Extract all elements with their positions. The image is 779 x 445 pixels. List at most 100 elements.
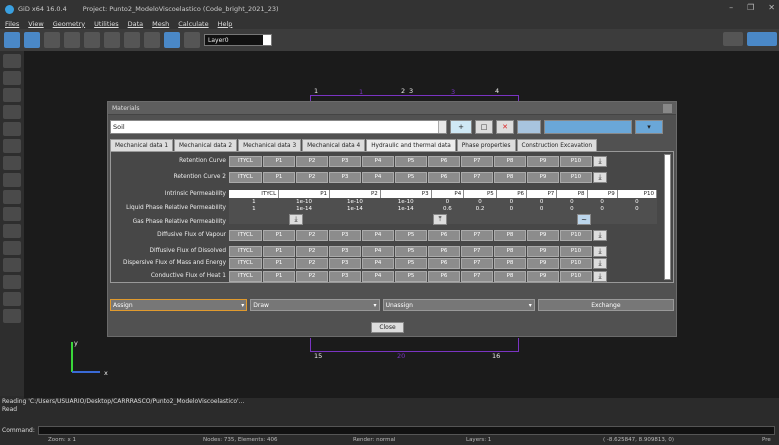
- tab-mechanical-4[interactable]: Mechanical data 4: [302, 139, 366, 151]
- tab-mechanical-2[interactable]: Mechanical data 2: [174, 139, 238, 151]
- param-button-itycl[interactable]: ITYCL: [229, 171, 262, 183]
- copy-material-icon[interactable]: □: [475, 120, 493, 134]
- arrow-tool-icon[interactable]: [723, 32, 743, 46]
- command-input[interactable]: [38, 425, 775, 435]
- param-button-p1[interactable]: P1: [263, 155, 295, 167]
- dialog-close-icon[interactable]: [663, 104, 672, 113]
- param-button-p6[interactable]: P6: [428, 171, 460, 183]
- param-button-p4[interactable]: P4: [362, 257, 394, 269]
- copy-icon[interactable]: [3, 190, 21, 204]
- param-button-p5[interactable]: P5: [395, 171, 427, 183]
- param-button-p9[interactable]: P9: [527, 229, 559, 241]
- menu-data[interactable]: Data: [128, 20, 144, 28]
- param-button-p3[interactable]: P3: [329, 171, 361, 183]
- permeability-table[interactable]: ITYCL P1 P2 P3 P4 P5 P6 P7 P8 P9 P10 1 1…: [229, 190, 658, 225]
- param-button-p4[interactable]: P4: [362, 155, 394, 167]
- view-icon[interactable]: [64, 32, 80, 48]
- open-folder-icon[interactable]: [24, 32, 40, 48]
- param-button-p7[interactable]: P7: [461, 171, 493, 183]
- param-button-p3[interactable]: P3: [329, 155, 361, 167]
- render-icon[interactable]: [124, 32, 140, 48]
- param-button-p8[interactable]: P8: [494, 171, 526, 183]
- menu-help[interactable]: Help: [218, 20, 233, 28]
- download-icon[interactable]: ⤓: [593, 270, 607, 282]
- point-icon[interactable]: [3, 54, 21, 68]
- param-button-p3[interactable]: P3: [329, 270, 361, 282]
- new-material-icon[interactable]: +: [450, 120, 472, 134]
- param-button-p1[interactable]: P1: [263, 257, 295, 269]
- param-button-p10[interactable]: P10: [560, 155, 592, 167]
- table-import-icon[interactable]: ⤒: [433, 214, 447, 225]
- param-button-p7[interactable]: P7: [461, 270, 493, 282]
- layer-select[interactable]: Layer0: [204, 34, 272, 46]
- param-button-p6[interactable]: P6: [428, 270, 460, 282]
- minimize-icon[interactable]: –: [729, 3, 733, 12]
- layers-icon[interactable]: [184, 32, 200, 48]
- panel-scrollbar[interactable]: [664, 154, 671, 280]
- tab-construction-excavation[interactable]: Construction Excavation: [516, 139, 598, 151]
- problem-data-icon[interactable]: [3, 292, 21, 306]
- menu-utilities[interactable]: Utilities: [94, 20, 118, 28]
- param-button-itycl[interactable]: ITYCL: [229, 155, 262, 167]
- assign-dropdown[interactable]: Assign ▾: [110, 299, 248, 311]
- table-download-icon[interactable]: ⤓: [289, 214, 303, 225]
- param-button-p8[interactable]: P8: [494, 229, 526, 241]
- param-button-p7[interactable]: P7: [461, 155, 493, 167]
- param-button-p3[interactable]: P3: [329, 245, 361, 257]
- gid-plus-icon[interactable]: [747, 32, 777, 46]
- measure-icon[interactable]: [3, 224, 21, 238]
- param-button-p1[interactable]: P1: [263, 229, 295, 241]
- tab-mechanical-1[interactable]: Mechanical data 1: [110, 139, 174, 151]
- line-icon[interactable]: [3, 71, 21, 85]
- close-button[interactable]: Close: [371, 322, 404, 333]
- param-button-p4[interactable]: P4: [362, 171, 394, 183]
- param-button-p6[interactable]: P6: [428, 229, 460, 241]
- param-button-p5[interactable]: P5: [395, 257, 427, 269]
- param-button-p2[interactable]: P2: [296, 257, 328, 269]
- menu-view[interactable]: View: [28, 20, 43, 28]
- download-icon[interactable]: ⤓: [593, 155, 607, 167]
- download-icon[interactable]: ⤓: [593, 257, 607, 269]
- conditions-icon[interactable]: [3, 258, 21, 272]
- param-button-p1[interactable]: P1: [263, 171, 295, 183]
- new-file-icon[interactable]: [4, 32, 20, 48]
- tab-phase-properties[interactable]: Phase properties: [456, 139, 516, 151]
- param-button-p7[interactable]: P7: [461, 257, 493, 269]
- param-button-p2[interactable]: P2: [296, 270, 328, 282]
- delete-material-icon[interactable]: ✕: [496, 120, 514, 134]
- param-button-p4[interactable]: P4: [362, 229, 394, 241]
- param-button-itycl[interactable]: ITYCL: [229, 270, 262, 282]
- save-icon[interactable]: [44, 32, 60, 48]
- list-icon[interactable]: [3, 241, 21, 255]
- param-button-p9[interactable]: P9: [527, 257, 559, 269]
- close-window-icon[interactable]: ✕: [768, 3, 775, 12]
- rotate-icon[interactable]: [84, 32, 100, 48]
- param-button-p3[interactable]: P3: [329, 229, 361, 241]
- param-button-p8[interactable]: P8: [494, 257, 526, 269]
- param-button-p8[interactable]: P8: [494, 245, 526, 257]
- move-icon[interactable]: [3, 207, 21, 221]
- maximize-icon[interactable]: ❐: [747, 3, 754, 12]
- rename-material-icon[interactable]: [517, 120, 541, 134]
- param-button-p5[interactable]: P5: [395, 270, 427, 282]
- menu-mesh[interactable]: Mesh: [152, 20, 169, 28]
- param-button-p10[interactable]: P10: [560, 245, 592, 257]
- surface-icon[interactable]: [3, 139, 21, 153]
- param-button-p10[interactable]: P10: [560, 171, 592, 183]
- param-button-p7[interactable]: P7: [461, 229, 493, 241]
- param-button-p7[interactable]: P7: [461, 245, 493, 257]
- param-button-p4[interactable]: P4: [362, 245, 394, 257]
- arc-icon[interactable]: [3, 88, 21, 102]
- param-button-p10[interactable]: P10: [560, 229, 592, 241]
- delete-icon[interactable]: [3, 173, 21, 187]
- param-button-p6[interactable]: P6: [428, 257, 460, 269]
- polyline-icon[interactable]: [3, 105, 21, 119]
- materials-icon[interactable]: [3, 275, 21, 289]
- table-graph-icon[interactable]: ~: [577, 214, 591, 225]
- param-button-itycl[interactable]: ITYCL: [229, 257, 262, 269]
- param-button-p6[interactable]: P6: [428, 155, 460, 167]
- param-button-p3[interactable]: P3: [329, 257, 361, 269]
- exchange-button[interactable]: Exchange: [537, 299, 674, 311]
- draw-dropdown[interactable]: Draw ▾: [250, 299, 380, 311]
- param-button-p4[interactable]: P4: [362, 270, 394, 282]
